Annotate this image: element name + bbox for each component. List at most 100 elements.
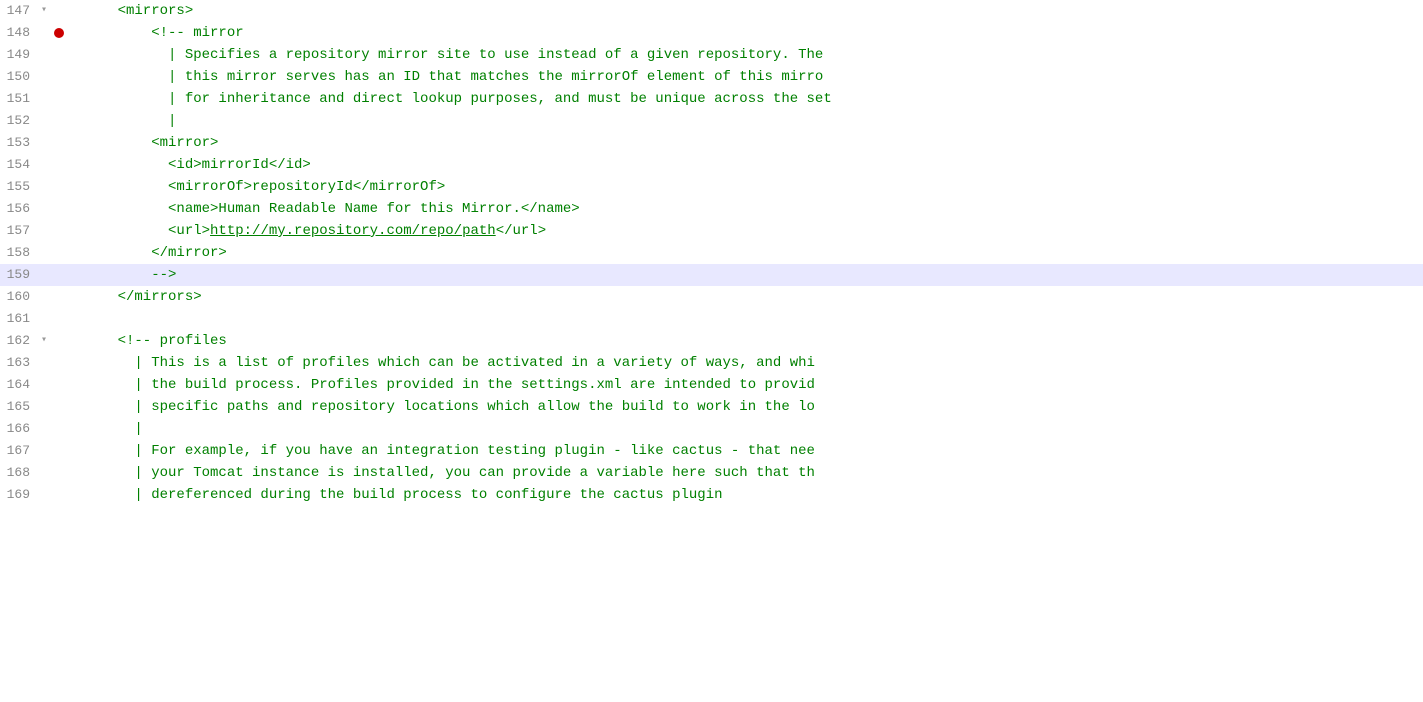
breakpoint-column <box>52 418 66 440</box>
line-content: <id>mirrorId</id> <box>80 154 1423 176</box>
line-number: 166 <box>0 418 36 440</box>
line-number: 158 <box>0 242 36 264</box>
xml-comment: --> <box>84 267 176 283</box>
fold-indicator <box>36 374 52 396</box>
xml-url: http://my.repository.com/repo/path <box>210 223 496 239</box>
line-content: <name>Human Readable Name for this Mirro… <box>80 198 1423 220</box>
xml-comment: | <box>84 113 176 129</box>
fold-indicator <box>36 440 52 462</box>
fold-indicator <box>36 352 52 374</box>
xml-tag: <mirrors> <box>84 3 193 19</box>
fold-indicator <box>36 462 52 484</box>
breakpoint-column <box>52 330 66 352</box>
xml-comment: | the build process. Profiles provided i… <box>84 377 815 393</box>
breakpoint-column <box>52 88 66 110</box>
fold-indicator <box>36 286 52 308</box>
gutter-area: 149 <box>0 44 80 66</box>
code-editor: 147▾ <mirrors>148 <!-- mirror149 | Speci… <box>0 0 1423 702</box>
line-number: 162 <box>0 330 36 352</box>
breakpoint-column <box>52 396 66 418</box>
fold-indicator <box>36 88 52 110</box>
code-line: 147▾ <mirrors> <box>0 0 1423 22</box>
breakpoint-column <box>52 110 66 132</box>
fold-indicator <box>36 132 52 154</box>
code-line: 154 <id>mirrorId</id> <box>0 154 1423 176</box>
xml-comment: | this mirror serves has an ID that matc… <box>84 69 823 85</box>
breakpoint-column <box>52 440 66 462</box>
fold-indicator <box>36 110 52 132</box>
line-content: <!-- profiles <box>80 330 1423 352</box>
line-number: 152 <box>0 110 36 132</box>
fold-indicator <box>36 44 52 66</box>
gutter-area: 150 <box>0 66 80 88</box>
line-number: 150 <box>0 66 36 88</box>
line-content: <url>http://my.repository.com/repo/path<… <box>80 220 1423 242</box>
xml-comment: | This is a list of profiles which can b… <box>84 355 815 371</box>
code-line: 161 <box>0 308 1423 330</box>
xml-tag: <id>mirrorId</id> <box>84 157 311 173</box>
gutter-area: 155 <box>0 176 80 198</box>
fold-indicator <box>36 176 52 198</box>
fold-indicator[interactable]: ▾ <box>36 330 52 352</box>
line-number: 163 <box>0 352 36 374</box>
xml-tag: <mirrorOf>repositoryId</mirrorOf> <box>84 179 445 195</box>
breakpoint-column <box>52 352 66 374</box>
xml-comment: | For example, if you have an integratio… <box>84 443 815 459</box>
xml-comment: | for inheritance and direct lookup purp… <box>84 91 832 107</box>
fold-indicator[interactable]: ▾ <box>36 0 52 22</box>
code-line: 169 | dereferenced during the build proc… <box>0 484 1423 506</box>
fold-indicator <box>36 154 52 176</box>
breakpoint-column <box>52 308 66 330</box>
gutter-area: 156 <box>0 198 80 220</box>
code-line: 165 | specific paths and repository loca… <box>0 396 1423 418</box>
code-line: 157 <url>http://my.repository.com/repo/p… <box>0 220 1423 242</box>
xml-tag: <name>Human Readable Name for this Mirro… <box>84 201 580 217</box>
gutter-area: 154 <box>0 154 80 176</box>
line-content: | the build process. Profiles provided i… <box>80 374 1423 396</box>
fold-indicator <box>36 418 52 440</box>
fold-indicator <box>36 198 52 220</box>
gutter-area: 164 <box>0 374 80 396</box>
line-number: 168 <box>0 462 36 484</box>
code-line: 159 --> <box>0 264 1423 286</box>
code-line: 163 | This is a list of profiles which c… <box>0 352 1423 374</box>
gutter-area: 159 <box>0 264 80 286</box>
line-content: --> <box>80 264 1423 286</box>
line-number: 160 <box>0 286 36 308</box>
xml-tag: </url> <box>496 223 546 239</box>
code-line: 166 | <box>0 418 1423 440</box>
gutter-area: 152 <box>0 110 80 132</box>
code-line: 155 <mirrorOf>repositoryId</mirrorOf> <box>0 176 1423 198</box>
code-line: 158 </mirror> <box>0 242 1423 264</box>
line-number: 164 <box>0 374 36 396</box>
breakpoint-column <box>52 484 66 506</box>
breakpoint-column <box>52 286 66 308</box>
fold-indicator <box>36 22 52 44</box>
xml-comment: | Specifies a repository mirror site to … <box>84 47 823 63</box>
gutter-area: 151 <box>0 88 80 110</box>
fold-indicator <box>36 484 52 506</box>
fold-indicator <box>36 264 52 286</box>
line-content: <mirrors> <box>80 0 1423 22</box>
line-content: | <box>80 110 1423 132</box>
line-content: | this mirror serves has an ID that matc… <box>80 66 1423 88</box>
breakpoint-column <box>52 154 66 176</box>
fold-indicator <box>36 242 52 264</box>
xml-comment: | your Tomcat instance is installed, you… <box>84 465 815 481</box>
breakpoint-column <box>52 242 66 264</box>
line-content: | dereferenced during the build process … <box>80 484 1423 506</box>
line-number: 161 <box>0 308 36 330</box>
line-number: 153 <box>0 132 36 154</box>
line-number: 165 <box>0 396 36 418</box>
line-content: </mirrors> <box>80 286 1423 308</box>
xml-tag: <url> <box>84 223 210 239</box>
line-content: | your Tomcat instance is installed, you… <box>80 462 1423 484</box>
xml-comment: | <box>84 421 143 437</box>
breakpoint-column <box>52 220 66 242</box>
gutter-area: 160 <box>0 286 80 308</box>
line-number: 167 <box>0 440 36 462</box>
breakpoint-column <box>52 374 66 396</box>
breakpoint-column <box>52 462 66 484</box>
xml-comment: | dereferenced during the build process … <box>84 487 723 503</box>
xml-tag: </mirrors> <box>84 289 202 305</box>
